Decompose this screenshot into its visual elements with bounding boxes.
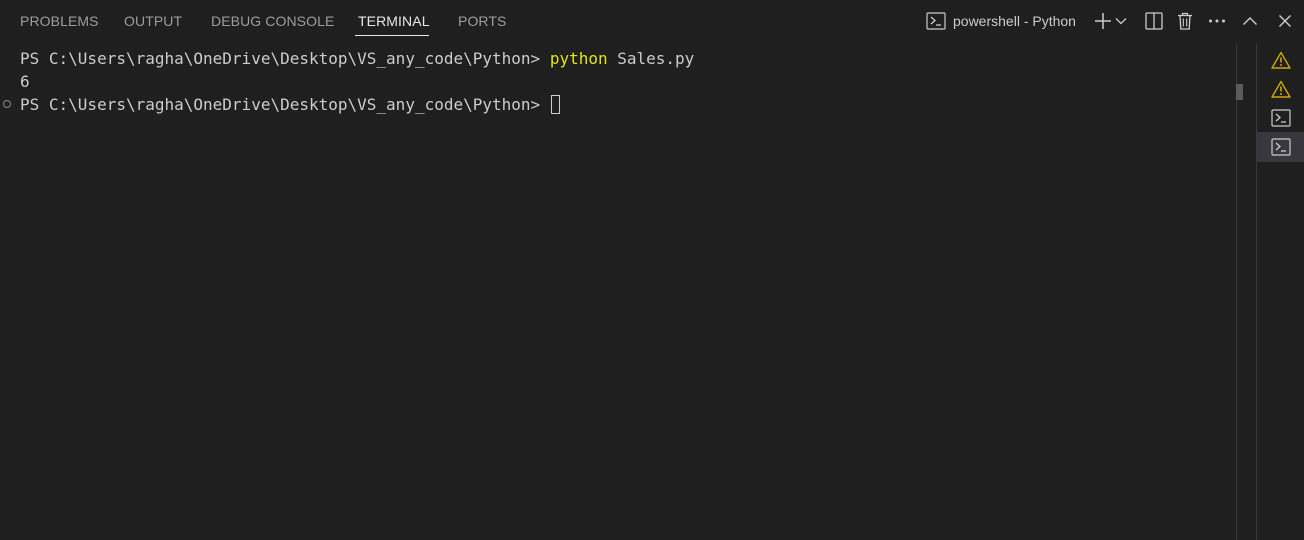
tab-output-label: OUTPUT [124,13,183,29]
trash-icon[interactable] [1174,10,1196,32]
tab-ports[interactable]: PORTS [458,0,508,44]
command-decoration-icon[interactable] [3,100,11,108]
terminal-scrollbar[interactable] [1236,44,1256,540]
terminal-name[interactable]: powershell - Python [953,14,1076,28]
terminal-line-prompt: PS C:\Users\ragha\OneDrive\Desktop\VS_an… [20,93,560,116]
tab-terminal[interactable]: TERMINAL [355,0,431,44]
terminal-output[interactable]: PS C:\Users\ragha\OneDrive\Desktop\VS_an… [0,44,1236,540]
terminal-output-text: 6 [20,72,30,91]
tab-ports-label: PORTS [458,13,507,29]
chevron-down-icon[interactable] [1113,10,1129,32]
terminal-cursor [550,95,560,114]
terminal-command-args: Sales.py [607,49,695,68]
panel-header: PROBLEMS OUTPUT DEBUG CONSOLE TERMINAL P… [0,0,1304,44]
new-terminal-icon[interactable] [1092,10,1114,32]
tab-terminal-underline [355,35,429,36]
terminal-prompt: PS C:\Users\ragha\OneDrive\Desktop\VS_an… [20,95,550,114]
warning-icon [1271,51,1291,69]
terminal-icon [1271,138,1291,156]
terminal-prompt: PS C:\Users\ragha\OneDrive\Desktop\VS_an… [20,49,550,68]
tab-debug-console-label: DEBUG CONSOLE [211,13,335,29]
terminal-command: python [549,49,608,68]
terminal-line-output: 6 [20,70,30,93]
panel-tabs: PROBLEMS OUTPUT DEBUG CONSOLE TERMINAL P… [0,0,506,44]
terminal-tab-4[interactable] [1257,132,1304,162]
tab-problems-label: PROBLEMS [20,13,99,29]
tab-output[interactable]: OUTPUT [124,0,184,44]
terminal-scrollbar-thumb[interactable] [1236,84,1243,100]
tab-problems[interactable]: PROBLEMS [0,0,99,44]
terminal-tab-2[interactable] [1257,74,1304,104]
terminal-tab-1[interactable] [1257,45,1304,75]
terminal-tabs-list [1256,44,1304,540]
tab-terminal-label: TERMINAL [358,13,430,29]
maximize-panel-icon[interactable] [1239,10,1261,32]
terminal-profile-icon[interactable] [925,10,947,32]
terminal-line-command: PS C:\Users\ragha\OneDrive\Desktop\VS_an… [20,47,694,70]
more-actions-icon[interactable] [1206,10,1228,32]
warning-icon [1271,80,1291,98]
terminal-tab-3[interactable] [1257,103,1304,133]
close-panel-icon[interactable] [1274,10,1296,32]
tab-debug-console[interactable]: DEBUG CONSOLE [211,0,335,44]
terminal-icon [1271,109,1291,127]
split-terminal-icon[interactable] [1143,10,1165,32]
